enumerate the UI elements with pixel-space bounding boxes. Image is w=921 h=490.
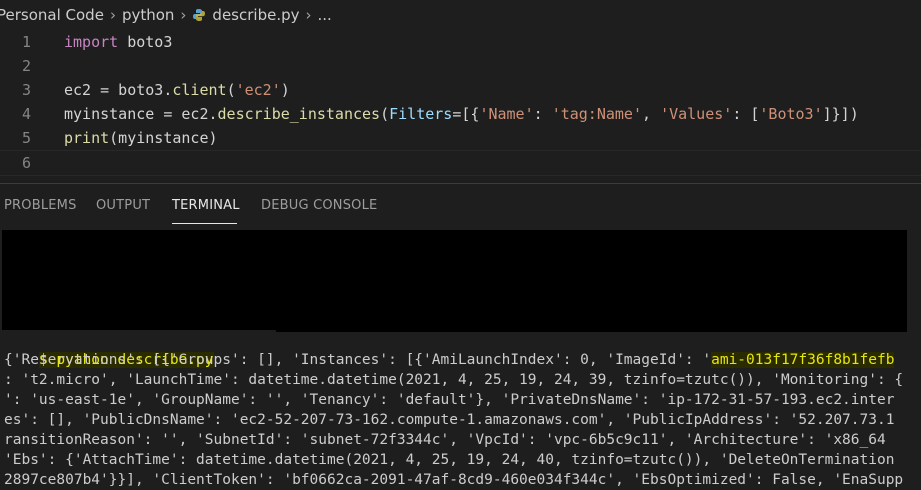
terminal-output-line: {'Reservations': [{'Groups': [], 'Instan… [4, 352, 895, 368]
breadcrumb-folder-personal-code[interactable]: Personal Code [0, 6, 104, 24]
chevron-right-icon: › [109, 6, 116, 24]
code-text: import boto3 [64, 33, 173, 51]
code-line[interactable]: 3 ec2 = boto3.client('ec2') [0, 78, 921, 102]
terminal-output-line: ': 'us-east-1e', 'GroupName': '', 'Tenan… [4, 392, 895, 408]
terminal-command-line: $ python describe.py [4, 330, 214, 368]
code-line[interactable]: 4 myinstance = ec2.describe_instances(Fil… [0, 102, 921, 126]
redacted-area [2, 230, 907, 330]
line-number: 5 [21, 129, 31, 147]
breadcrumb-file-describe-py[interactable]: describe.py [212, 6, 299, 24]
chevron-right-icon: › [305, 6, 312, 24]
tab-debug-console[interactable]: DEBUG CONSOLE [261, 198, 377, 213]
code-editor[interactable]: 1 import boto3 2 3 ec2 = boto3.client('ec2')… [0, 30, 921, 182]
code-line[interactable]: 1 import boto3 [0, 30, 921, 54]
line-number: 2 [21, 57, 31, 75]
breadcrumb: Personal Code › python › describe.py › .… [0, 0, 921, 30]
tab-problems[interactable]: PROBLEMS [4, 198, 77, 213]
terminal-output-line: : 't2.micro', 'LaunchTime': datetime.dat… [4, 372, 904, 388]
chevron-right-icon: › [180, 6, 187, 24]
line-number: 3 [21, 81, 31, 99]
line-number: 6 [21, 154, 31, 172]
code-line[interactable]: 2 [0, 54, 921, 78]
line-number: 1 [21, 33, 31, 51]
redacted-area [276, 318, 907, 332]
terminal-output-line: ransitionReason': '', 'SubnetId': 'subne… [4, 432, 886, 448]
terminal-output-line: 'Ebs': {'AttachTime': datetime.datetime(… [4, 452, 895, 468]
code-text: myinstance = ec2.describe_instances(Filt… [64, 105, 859, 123]
code-line[interactable]: 5 print(myinstance) [0, 126, 921, 150]
terminal[interactable]: $ python describe.py {'Reservations': [{… [0, 228, 921, 489]
tab-terminal[interactable]: TERMINAL [172, 198, 240, 213]
code-text: print(myinstance) [64, 129, 218, 147]
terminal-output-line: 2897ce807b4'}}], 'ClientToken': 'bf0662c… [4, 472, 904, 488]
code-line[interactable]: 6 [0, 150, 921, 176]
panel-tabs: PROBLEMS OUTPUT TERMINAL DEBUG CONSOLE [0, 184, 921, 228]
active-tab-indicator [172, 223, 237, 224]
line-number: 4 [21, 105, 31, 123]
breadcrumb-folder-python[interactable]: python [122, 6, 174, 24]
code-text: ec2 = boto3.client('ec2') [64, 81, 290, 99]
breadcrumb-symbols-ellipsis[interactable]: ... [318, 6, 332, 24]
python-file-icon [192, 8, 206, 22]
terminal-output-line: es': [], 'PublicDnsName': 'ec2-52-207-73… [4, 412, 895, 428]
tab-output[interactable]: OUTPUT [96, 198, 150, 213]
